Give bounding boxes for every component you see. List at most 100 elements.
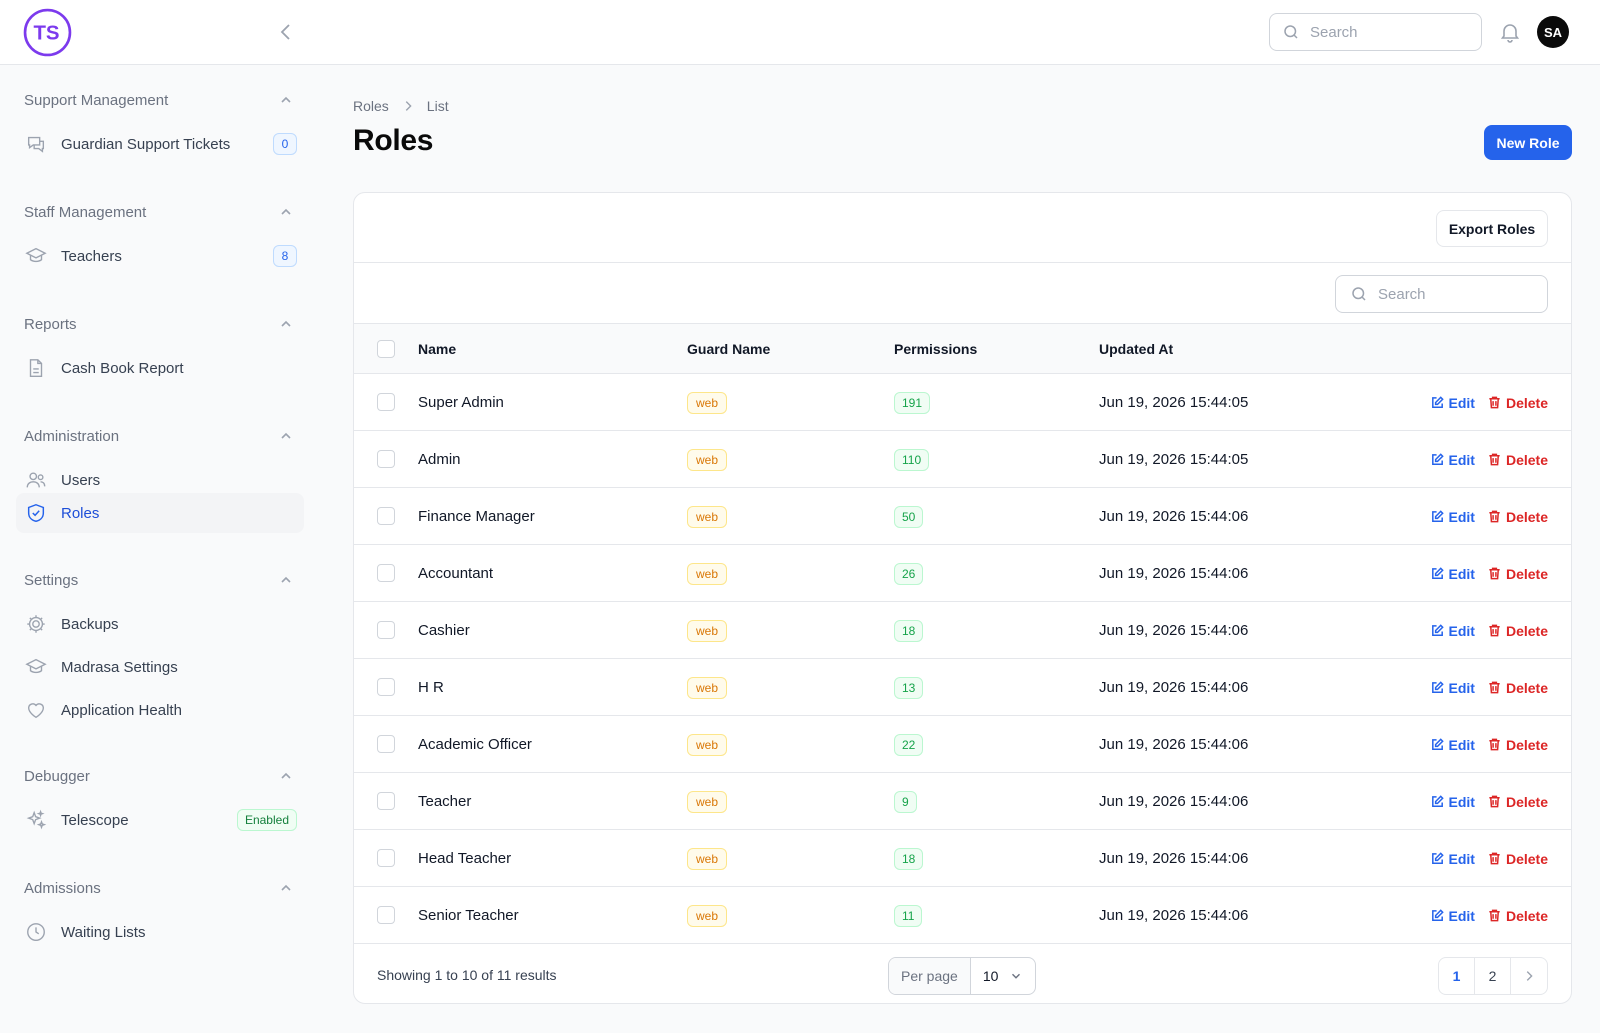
guard-badge: web <box>687 505 728 528</box>
guard-badge: web <box>687 562 728 585</box>
column-header-guard-name[interactable]: Guard Name <box>687 324 770 374</box>
pencil-square-icon <box>1431 681 1444 693</box>
breadcrumb-roles-link[interactable]: Roles <box>353 98 389 114</box>
sidebar-item-application-health[interactable]: Application Health <box>16 690 304 730</box>
row-checkbox[interactable] <box>377 507 395 525</box>
page-1-button[interactable]: 1 <box>1439 958 1475 994</box>
per-page-value: 10 <box>982 968 999 984</box>
table-search-input[interactable] <box>1378 285 1528 303</box>
table-search[interactable] <box>1335 275 1548 313</box>
sidebar-group-debugger[interactable]: Debugger <box>24 764 294 788</box>
chevron-up-icon <box>281 884 291 891</box>
sidebar-group-reports[interactable]: Reports <box>24 312 294 336</box>
role-name: Senior Teacher <box>418 907 519 924</box>
sidebar-item-teachers[interactable]: Teachers 8 <box>16 236 304 276</box>
logo-icon[interactable]: TS <box>23 8 72 57</box>
updated-at: Jun 19, 2026 15:44:06 <box>1099 907 1249 924</box>
per-page-select[interactable]: Per page 10 <box>888 957 1036 995</box>
row-checkbox[interactable] <box>377 450 395 468</box>
edit-button[interactable]: Edit <box>1430 395 1475 411</box>
cog-icon <box>27 615 45 633</box>
bell-icon[interactable] <box>1498 20 1522 44</box>
clock-icon <box>27 923 45 941</box>
pagination: 1 2 <box>1438 957 1548 995</box>
row-checkbox[interactable] <box>377 849 395 867</box>
row-checkbox[interactable] <box>377 393 395 411</box>
updated-at: Jun 19, 2026 15:44:06 <box>1099 565 1249 582</box>
updated-at: Jun 19, 2026 15:44:06 <box>1099 850 1249 867</box>
permissions-badge: 18 <box>894 847 924 870</box>
pencil-square-icon <box>1431 852 1444 864</box>
edit-button[interactable]: Edit <box>1430 794 1475 810</box>
row-checkbox[interactable] <box>377 564 395 582</box>
row-checkbox[interactable] <box>377 678 395 696</box>
updated-at: Jun 19, 2026 15:44:06 <box>1099 508 1249 525</box>
academic-cap-icon <box>25 247 47 263</box>
delete-button[interactable]: Delete <box>1487 623 1548 639</box>
pencil-square-icon <box>1431 795 1444 807</box>
updated-at: Jun 19, 2026 15:44:05 <box>1099 451 1249 468</box>
guard-badge: web <box>687 733 728 756</box>
delete-button[interactable]: Delete <box>1487 395 1548 411</box>
trash-icon <box>1489 624 1500 637</box>
guard-badge: web <box>687 847 728 870</box>
export-roles-button[interactable]: Export Roles <box>1436 210 1548 247</box>
sidebar-item-roles[interactable]: Roles <box>16 493 304 533</box>
sidebar-group-staff-management[interactable]: Staff Management <box>24 200 294 224</box>
sidebar-item-backups[interactable]: Backups <box>16 604 304 644</box>
sidebar-item-madrasa-settings[interactable]: Madrasa Settings <box>16 647 304 687</box>
row-checkbox[interactable] <box>377 792 395 810</box>
role-name: Admin <box>418 451 461 468</box>
edit-button[interactable]: Edit <box>1430 851 1475 867</box>
trash-icon <box>1489 909 1500 922</box>
table-row: Accountant web 26 Jun 19, 2026 15:44:06 … <box>354 545 1571 602</box>
delete-button[interactable]: Delete <box>1487 737 1548 753</box>
page-2-button[interactable]: 2 <box>1475 958 1511 994</box>
edit-button[interactable]: Edit <box>1430 737 1475 753</box>
collapse-sidebar-icon[interactable] <box>274 20 298 44</box>
column-header-name[interactable]: Name <box>418 324 456 374</box>
role-name: Teacher <box>418 793 472 810</box>
global-search-input[interactable] <box>1310 23 1460 41</box>
sidebar-item-telescope[interactable]: Telescope Enabled <box>16 800 304 840</box>
select-all-checkbox[interactable] <box>377 340 395 358</box>
edit-button[interactable]: Edit <box>1430 680 1475 696</box>
pencil-square-icon <box>1431 567 1444 579</box>
next-page-button[interactable] <box>1511 958 1547 994</box>
pencil-square-icon <box>1431 510 1444 522</box>
permissions-badge: 22 <box>894 733 924 756</box>
column-header-updated-at[interactable]: Updated At <box>1099 324 1173 374</box>
edit-button[interactable]: Edit <box>1430 623 1475 639</box>
teacher-count-badge: 8 <box>273 245 297 267</box>
edit-button[interactable]: Edit <box>1430 566 1475 582</box>
sidebar-item-cash-book-report[interactable]: Cash Book Report <box>16 348 304 388</box>
column-header-permissions[interactable]: Permissions <box>894 324 977 374</box>
delete-button[interactable]: Delete <box>1487 509 1548 525</box>
row-checkbox[interactable] <box>377 906 395 924</box>
delete-button[interactable]: Delete <box>1487 794 1548 810</box>
row-checkbox[interactable] <box>377 621 395 639</box>
roles-table-card: Export Roles Name Guard Name Permissions… <box>353 192 1572 1004</box>
chevron-up-icon <box>281 772 291 779</box>
page-title: Roles <box>353 124 434 157</box>
sidebar-group-support-management[interactable]: Support Management <box>24 88 294 112</box>
avatar[interactable]: SA <box>1537 16 1569 48</box>
role-name: Cashier <box>418 622 470 639</box>
new-role-button[interactable]: New Role <box>1484 125 1572 160</box>
row-checkbox[interactable] <box>377 735 395 753</box>
global-search[interactable] <box>1269 13 1482 51</box>
sidebar-group-administration[interactable]: Administration <box>24 424 294 448</box>
sidebar-item-guardian-support-tickets[interactable]: Guardian Support Tickets 0 <box>16 124 304 164</box>
delete-button[interactable]: Delete <box>1487 680 1548 696</box>
edit-button[interactable]: Edit <box>1430 452 1475 468</box>
delete-button[interactable]: Delete <box>1487 452 1548 468</box>
delete-button[interactable]: Delete <box>1487 851 1548 867</box>
edit-button[interactable]: Edit <box>1430 509 1475 525</box>
edit-button[interactable]: Edit <box>1430 908 1475 924</box>
delete-button[interactable]: Delete <box>1487 908 1548 924</box>
table-row: Head Teacher web 18 Jun 19, 2026 15:44:0… <box>354 830 1571 887</box>
sidebar-group-admissions[interactable]: Admissions <box>24 876 294 900</box>
sidebar-item-waiting-lists[interactable]: Waiting Lists <box>16 912 304 952</box>
delete-button[interactable]: Delete <box>1487 566 1548 582</box>
sidebar-group-settings[interactable]: Settings <box>24 568 294 592</box>
